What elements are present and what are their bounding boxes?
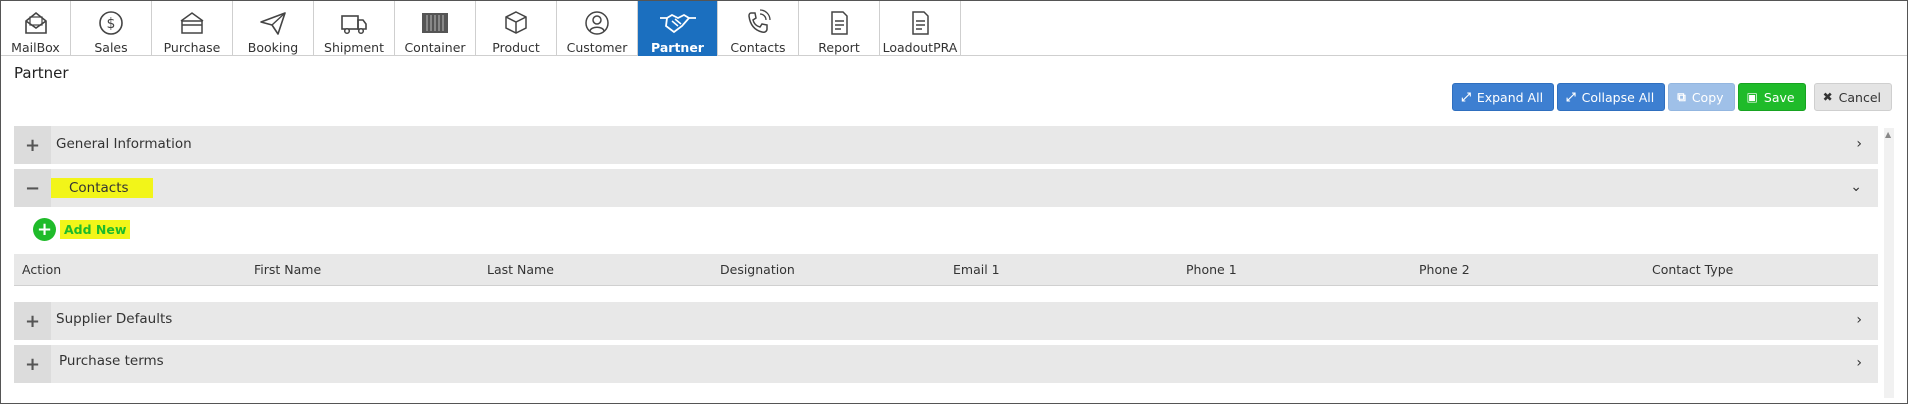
phone-icon xyxy=(748,9,771,33)
section-contacts[interactable]: − Contacts ⌄ xyxy=(14,169,1878,207)
collapse-all-label: Collapse All xyxy=(1581,89,1655,105)
user-icon xyxy=(585,11,609,35)
section-purchase-terms[interactable]: + Purchase terms › xyxy=(14,345,1878,383)
cancel-button[interactable]: ✖ Cancel xyxy=(1813,83,1892,111)
section-label: Contacts xyxy=(51,178,153,198)
chevron-right-icon: › xyxy=(1856,136,1862,152)
nav-label: LoadoutPRA xyxy=(882,40,958,55)
nav-label: Partner xyxy=(651,40,704,55)
truck-icon xyxy=(341,15,367,35)
column-header: Action xyxy=(22,262,62,277)
nav-item-partner[interactable]: Partner xyxy=(638,1,718,56)
contacts-table-header: Action First Name Last Name Designation … xyxy=(14,254,1878,286)
close-icon: ✖ xyxy=(1822,90,1833,104)
nav-item-purchase[interactable]: Purchase xyxy=(152,1,233,56)
column-header: Designation xyxy=(720,262,795,277)
nav-item-mailbox[interactable]: MailBox xyxy=(1,1,71,56)
section-supplier-defaults[interactable]: + Supplier Defaults › xyxy=(14,302,1878,340)
nav-label: Purchase xyxy=(163,40,221,55)
nav-label: Booking xyxy=(247,40,299,55)
svg-text:$: $ xyxy=(107,16,116,32)
card-icon xyxy=(180,12,204,34)
copy-icon: ⧉ xyxy=(1677,89,1686,104)
section-label: General Information xyxy=(56,136,192,152)
add-new-button[interactable]: + Add New xyxy=(33,218,131,241)
expand-all-label: Expand All xyxy=(1476,89,1544,105)
nav-item-container[interactable]: Container xyxy=(395,1,476,56)
nav-label: Shipment xyxy=(324,40,384,55)
plus-circle-icon: + xyxy=(33,218,56,241)
save-button[interactable]: ▣ Save xyxy=(1737,83,1806,111)
vertical-scrollbar[interactable]: ▲ xyxy=(1884,128,1894,398)
nav-label: Container xyxy=(404,40,466,55)
nav-label: Sales xyxy=(94,40,128,55)
chevron-right-icon: › xyxy=(1856,355,1862,371)
column-header: Last Name xyxy=(487,262,554,277)
nav-label: Product xyxy=(492,40,540,55)
main-nav: MailBox $ Sales Purchase Booking Shipmen… xyxy=(1,1,1907,56)
section-label: Supplier Defaults xyxy=(56,311,173,327)
nav-item-contacts[interactable]: Contacts xyxy=(718,1,799,56)
container-icon xyxy=(422,13,448,33)
nav-item-sales[interactable]: $ Sales xyxy=(71,1,152,56)
nav-label: Customer xyxy=(566,40,628,55)
scroll-up-icon[interactable]: ▲ xyxy=(1885,130,1891,139)
expand-plus-icon[interactable]: + xyxy=(14,126,51,164)
save-icon: ▣ xyxy=(1746,90,1758,104)
nav-item-customer[interactable]: Customer xyxy=(557,1,638,56)
nav-item-shipment[interactable]: Shipment xyxy=(314,1,395,56)
paper-plane-icon xyxy=(260,12,286,35)
nav-item-booking[interactable]: Booking xyxy=(233,1,314,56)
nav-item-report[interactable]: Report xyxy=(799,1,880,56)
box-icon xyxy=(505,11,527,34)
expand-plus-icon[interactable]: + xyxy=(14,302,51,340)
collapse-all-button[interactable]: ⤢ Collapse All xyxy=(1557,83,1666,111)
nav-label: Contacts xyxy=(730,40,786,55)
nav-label: MailBox xyxy=(11,40,60,55)
expand-all-button[interactable]: ⤢ Expand All xyxy=(1452,83,1555,111)
collapse-icon: ⤢ xyxy=(1566,89,1576,104)
cancel-label: Cancel xyxy=(1838,89,1881,105)
expand-icon: ⤢ xyxy=(1461,89,1471,104)
expand-plus-icon[interactable]: + xyxy=(14,345,51,383)
nav-item-loadoutpra[interactable]: LoadoutPRA xyxy=(880,1,961,56)
copy-button[interactable]: ⧉ Copy xyxy=(1668,83,1735,111)
save-label: Save xyxy=(1763,89,1795,105)
collapse-minus-icon[interactable]: − xyxy=(14,169,51,207)
section-label: Purchase terms xyxy=(59,353,164,369)
column-header: Contact Type xyxy=(1652,262,1734,277)
copy-label: Copy xyxy=(1691,89,1724,105)
column-header: Phone 1 xyxy=(1186,262,1237,277)
nav-item-product[interactable]: Product xyxy=(476,1,557,56)
handshake-icon xyxy=(659,13,696,34)
column-header: First Name xyxy=(254,262,322,277)
chevron-down-icon: ⌄ xyxy=(1850,179,1862,195)
action-toolbar: ⤢ Expand All ⤢ Collapse All ⧉ Copy ▣ Sav… xyxy=(1452,83,1892,111)
add-new-label: Add New xyxy=(60,220,131,239)
section-general-information[interactable]: + General Information › xyxy=(14,126,1878,164)
report-icon xyxy=(831,11,848,35)
mailbox-icon xyxy=(24,11,47,34)
chevron-right-icon: › xyxy=(1856,312,1862,328)
dollar-icon: $ xyxy=(99,11,123,35)
document-icon xyxy=(912,11,929,35)
nav-label: Report xyxy=(818,40,860,55)
page-title: Partner xyxy=(14,64,69,82)
column-header: Phone 2 xyxy=(1419,262,1470,277)
column-header: Email 1 xyxy=(953,262,1000,277)
